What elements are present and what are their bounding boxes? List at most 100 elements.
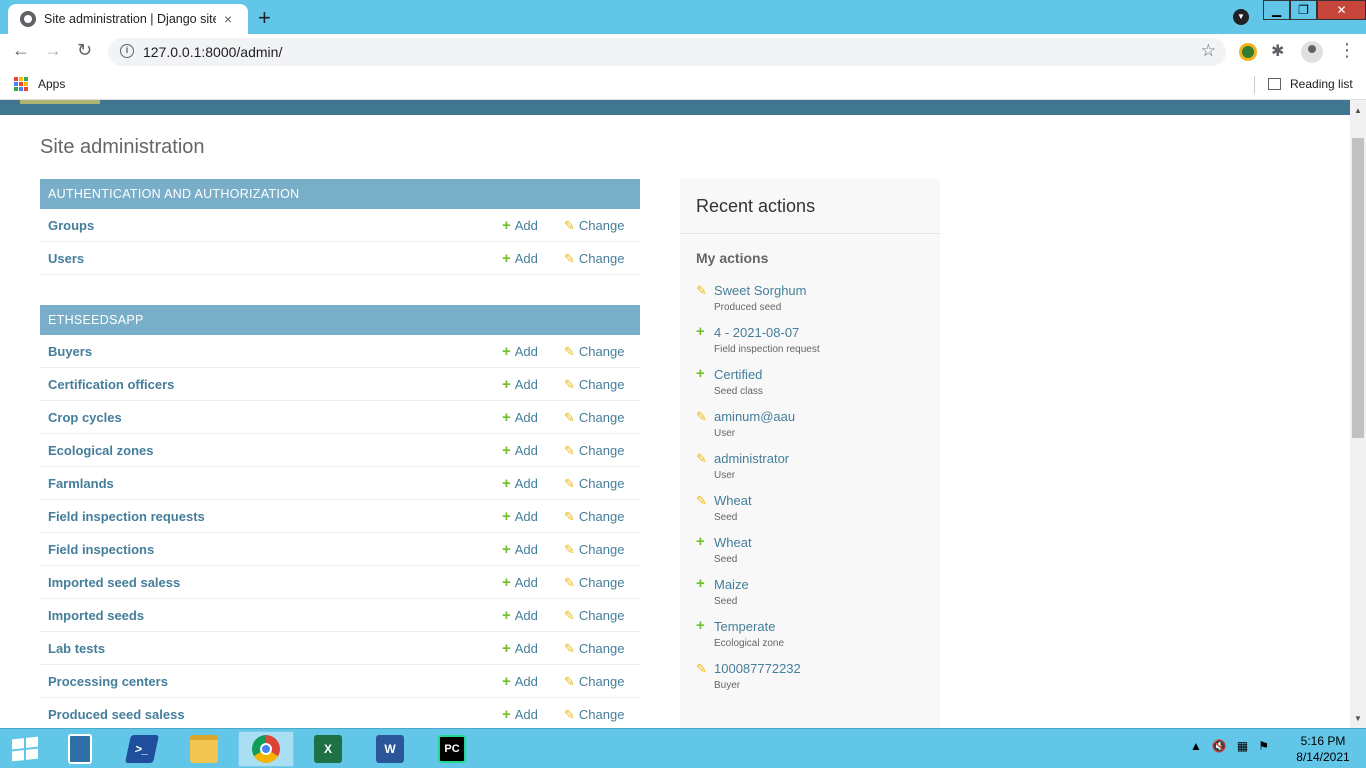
change-link[interactable]: ✎ Change: [564, 674, 624, 690]
module-caption[interactable]: ETHSEEDSAPP: [40, 305, 640, 335]
back-arrow-icon[interactable]: ←: [12, 40, 30, 61]
reading-list-button[interactable]: Reading list: [1290, 77, 1353, 91]
add-link[interactable]: + Add: [502, 608, 538, 623]
network-icon[interactable]: ▦: [1237, 739, 1248, 753]
forward-arrow-icon[interactable]: →: [44, 40, 62, 61]
add-link[interactable]: + Add: [502, 251, 538, 266]
vertical-scrollbar[interactable]: ▲ ▼: [1350, 100, 1366, 728]
kebab-menu-icon[interactable]: ⋮: [1338, 40, 1356, 60]
address-bar[interactable]: i 127.0.0.1:8000/admin/ ☆: [108, 38, 1226, 66]
model-link[interactable]: Processing centers: [48, 674, 168, 689]
pencil-icon: ✎: [696, 493, 707, 508]
add-link[interactable]: + Add: [502, 641, 538, 656]
scroll-thumb[interactable]: [1352, 138, 1364, 438]
close-tab-icon[interactable]: ×: [224, 11, 232, 27]
pencil-icon: ✎: [564, 542, 575, 557]
action-object-link[interactable]: Temperate: [714, 619, 775, 634]
model-row: Processing centers + Add ✎ Change: [40, 665, 640, 698]
model-link[interactable]: Lab tests: [48, 641, 105, 656]
add-link[interactable]: + Add: [502, 674, 538, 689]
show-hidden-icons-icon[interactable]: ▲: [1190, 739, 1202, 753]
model-link[interactable]: Produced seed saless: [48, 707, 185, 722]
bookmark-star-icon[interactable]: ☆: [1201, 41, 1216, 61]
model-link[interactable]: Imported seed saless: [48, 575, 180, 590]
model-link[interactable]: Farmlands: [48, 476, 114, 491]
start-button[interactable]: [0, 731, 50, 767]
taskbar-clock[interactable]: 5:16 PM 8/14/2021: [1290, 733, 1356, 765]
change-link[interactable]: ✎ Change: [564, 443, 624, 459]
pencil-icon: ✎: [696, 451, 707, 466]
apps-bookmark[interactable]: Apps: [38, 77, 65, 91]
add-link[interactable]: + Add: [502, 344, 538, 359]
reload-icon[interactable]: ↻: [77, 40, 92, 61]
powershell-icon[interactable]: >_: [114, 731, 170, 767]
reading-list-icon[interactable]: [1268, 78, 1281, 90]
change-link[interactable]: ✎ Change: [564, 251, 624, 267]
model-link[interactable]: Groups: [48, 218, 94, 233]
scroll-up-icon[interactable]: ▲: [1354, 106, 1362, 115]
profile-avatar-icon[interactable]: [1301, 41, 1323, 63]
model-link[interactable]: Field inspection requests: [48, 509, 205, 524]
model-link[interactable]: Imported seeds: [48, 608, 144, 623]
add-link[interactable]: + Add: [502, 575, 538, 590]
tab-search-icon[interactable]: ▼: [1233, 9, 1249, 25]
action-center-flag-icon[interactable]: ⚑: [1258, 739, 1269, 753]
file-explorer-icon[interactable]: [176, 731, 232, 767]
model-link[interactable]: Crop cycles: [48, 410, 122, 425]
plus-icon: +: [696, 533, 705, 550]
action-object-link[interactable]: Wheat: [714, 535, 752, 550]
change-link[interactable]: ✎ Change: [564, 641, 624, 657]
add-link[interactable]: + Add: [502, 377, 538, 392]
action-object-link[interactable]: Maize: [714, 577, 749, 592]
model-link[interactable]: Users: [48, 251, 84, 266]
model-link[interactable]: Field inspections: [48, 542, 154, 557]
action-content-type: Seed: [714, 554, 738, 565]
change-link[interactable]: ✎ Change: [564, 575, 624, 591]
action-object-link[interactable]: Wheat: [714, 493, 752, 508]
change-link[interactable]: ✎ Change: [564, 377, 624, 393]
restore-button[interactable]: ❐: [1290, 0, 1317, 20]
pycharm-icon[interactable]: PC: [424, 731, 480, 767]
extension-globe-icon[interactable]: [1239, 43, 1257, 61]
change-link[interactable]: ✎ Change: [564, 410, 624, 426]
new-tab-button[interactable]: +: [258, 5, 271, 31]
action-object-link[interactable]: 100087772232: [714, 661, 801, 676]
change-link[interactable]: ✎ Change: [564, 542, 624, 558]
action-object-link[interactable]: Certified: [714, 367, 762, 382]
change-link[interactable]: ✎ Change: [564, 707, 624, 723]
model-link[interactable]: Buyers: [48, 344, 92, 359]
word-icon[interactable]: W: [362, 731, 418, 767]
browser-tab[interactable]: Site administration | Django site admin …: [8, 4, 248, 34]
add-link[interactable]: + Add: [502, 410, 538, 425]
change-link[interactable]: ✎ Change: [564, 218, 624, 234]
scroll-down-icon[interactable]: ▼: [1354, 714, 1362, 723]
change-link[interactable]: ✎ Change: [564, 509, 624, 525]
action-object-link[interactable]: administrator: [714, 451, 789, 466]
close-window-button[interactable]: ✕: [1317, 0, 1366, 20]
change-link[interactable]: ✎ Change: [564, 608, 624, 624]
action-content-type: Buyer: [714, 680, 741, 691]
add-link[interactable]: + Add: [502, 707, 538, 722]
add-link[interactable]: + Add: [502, 542, 538, 557]
add-link[interactable]: + Add: [502, 218, 538, 233]
puzzle-extensions-icon[interactable]: ✱: [1271, 41, 1289, 60]
volume-muted-icon[interactable]: 🔇: [1212, 739, 1227, 753]
add-link[interactable]: + Add: [502, 476, 538, 491]
add-link[interactable]: + Add: [502, 443, 538, 458]
change-link[interactable]: ✎ Change: [564, 344, 624, 360]
action-object-link[interactable]: 4 - 2021-08-07: [714, 325, 799, 340]
explorer-window-icon[interactable]: [52, 731, 108, 767]
url-text[interactable]: 127.0.0.1:8000/admin/: [143, 44, 282, 60]
minimize-button[interactable]: ▁: [1263, 0, 1290, 20]
chrome-icon[interactable]: [238, 731, 294, 767]
add-link[interactable]: + Add: [502, 509, 538, 524]
model-link[interactable]: Ecological zones: [48, 443, 153, 458]
excel-icon[interactable]: X: [300, 731, 356, 767]
apps-grid-icon[interactable]: [14, 77, 28, 91]
action-object-link[interactable]: aminum@aau: [714, 409, 795, 424]
module-caption[interactable]: AUTHENTICATION AND AUTHORIZATION: [40, 179, 640, 209]
site-info-icon[interactable]: i: [120, 44, 134, 58]
action-object-link[interactable]: Sweet Sorghum: [714, 283, 807, 298]
model-link[interactable]: Certification officers: [48, 377, 174, 392]
change-link[interactable]: ✎ Change: [564, 476, 624, 492]
